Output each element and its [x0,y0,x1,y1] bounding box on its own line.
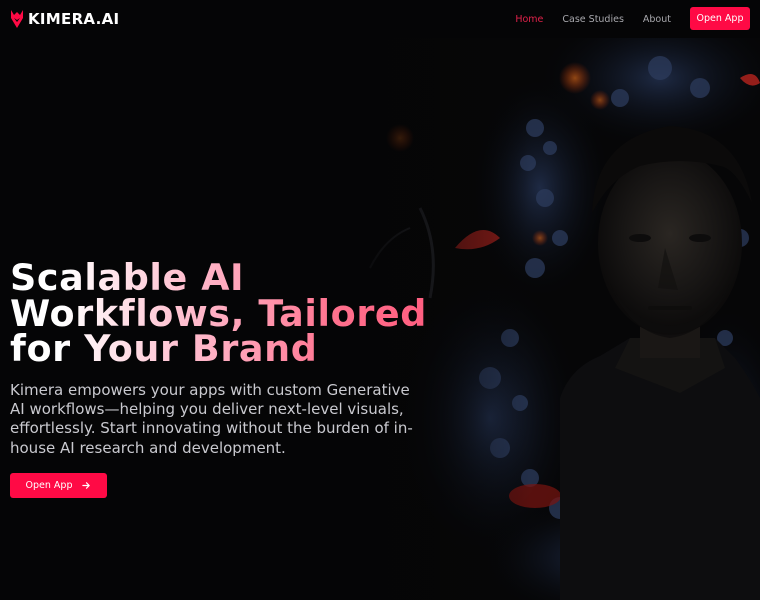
hero-title: Scalable AI Workflows, Tailored for Your… [10,260,450,367]
brand-name: KIMERA.AI [28,10,120,28]
arrow-right-icon [82,482,91,489]
hero-open-app-label: Open App [25,480,73,491]
top-navbar: KIMERA.AI Home Case Studies About Open A… [0,0,760,38]
nav-link-about[interactable]: About [643,14,671,25]
kimera-mark-icon [11,10,23,28]
hero-subtitle: Kimera empowers your apps with custom Ge… [10,381,413,457]
nav-link-case-studies[interactable]: Case Studies [562,14,624,25]
hero-title-line-3: for Your Brand [10,327,318,370]
nav-link-home[interactable]: Home [515,14,543,25]
open-app-button[interactable]: Open App [690,7,750,30]
brand-logo[interactable]: KIMERA.AI [10,9,119,29]
hero-open-app-button[interactable]: Open App [10,473,107,498]
